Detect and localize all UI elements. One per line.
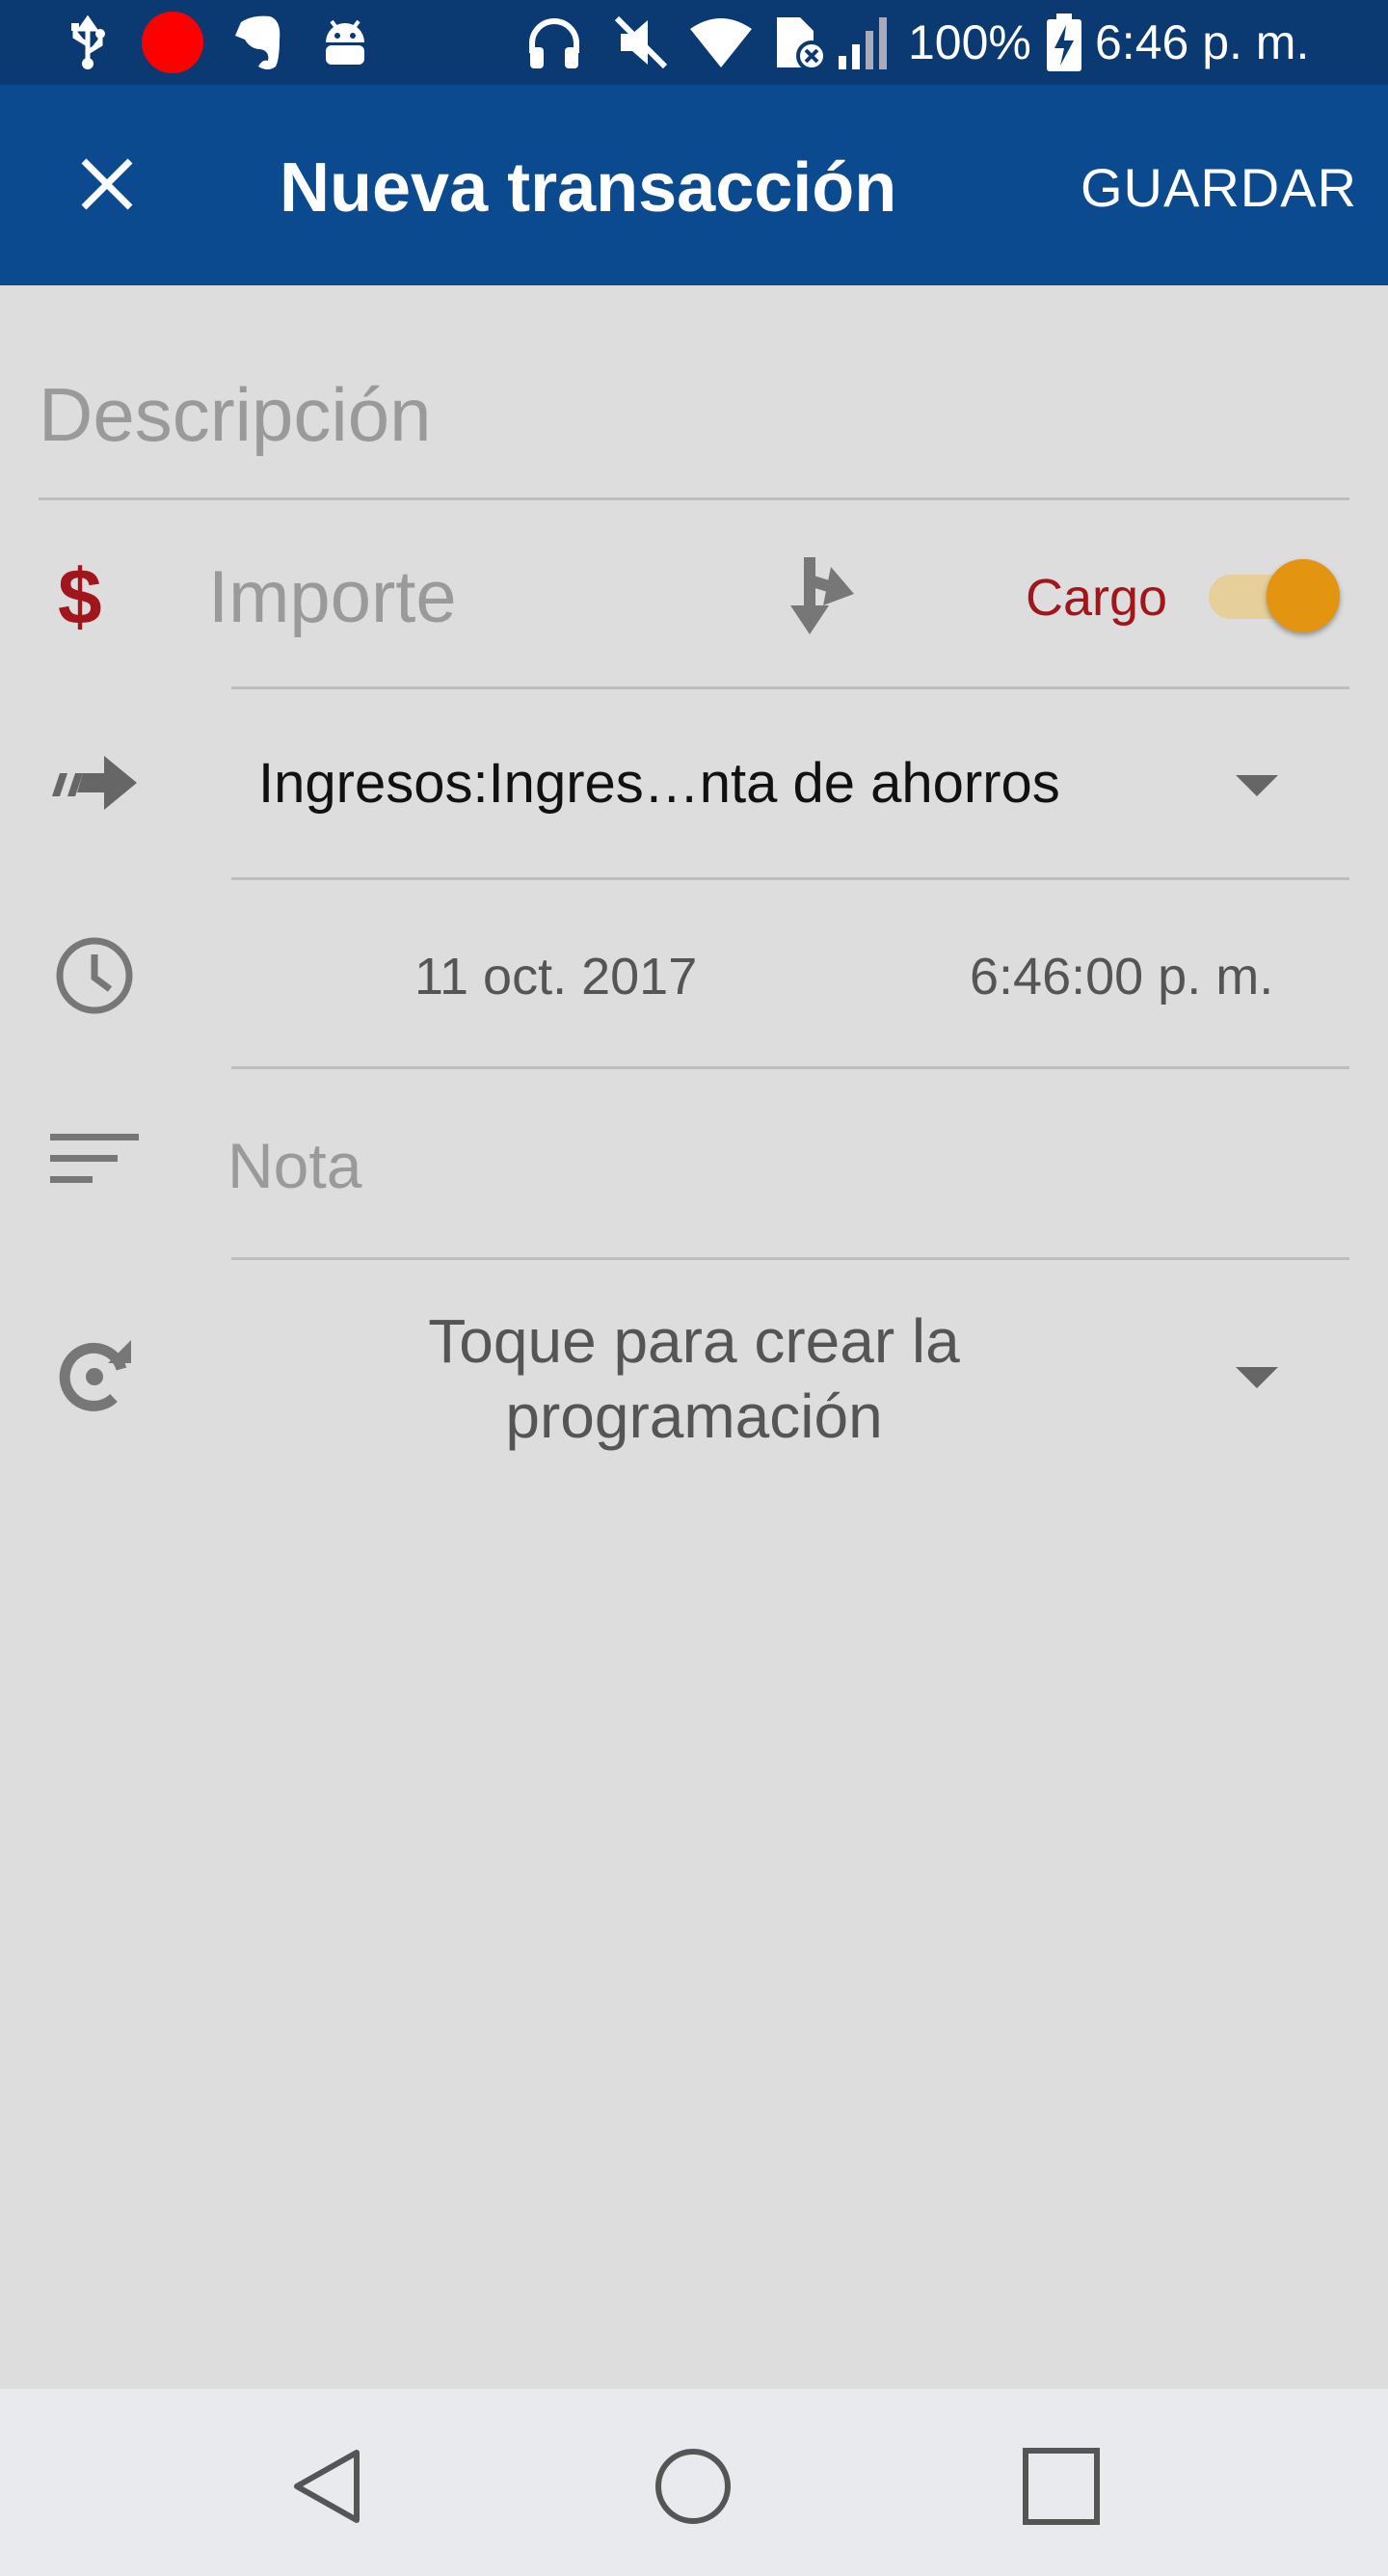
transaction-type-toggle[interactable] <box>1209 559 1340 632</box>
close-button[interactable] <box>64 141 150 228</box>
datetime-underline <box>231 1066 1349 1069</box>
account-dropdown[interactable]: Ingresos:Ingres…nta de ahorros <box>258 750 1060 818</box>
status-time: 6:46 p. m. <box>1095 15 1310 69</box>
android-debug-icon <box>318 0 372 85</box>
back-icon <box>294 2450 360 2523</box>
transaction-type-label: Cargo <box>1026 569 1168 627</box>
split-transaction-button[interactable] <box>781 551 858 638</box>
signal-icon <box>837 0 894 85</box>
account-underline <box>231 877 1349 880</box>
recurrence-icon <box>54 1334 135 1415</box>
battery-percentage: 100% <box>908 15 1031 69</box>
recents-icon <box>1023 2448 1100 2525</box>
amount-underline <box>231 686 1349 689</box>
battery-label: 100% <box>908 0 1031 85</box>
save-button[interactable]: GUARDAR <box>1081 156 1357 220</box>
clock: 6:46 p. m. <box>1095 0 1309 85</box>
note-underline <box>231 1257 1349 1260</box>
chevron-down-icon[interactable] <box>1234 771 1280 798</box>
page-title: Nueva transacción <box>280 149 897 227</box>
note-input[interactable]: Nota <box>227 1130 361 1201</box>
record-icon <box>141 0 204 85</box>
recents-button[interactable] <box>1020 2445 1103 2528</box>
no-sim-icon <box>771 0 829 85</box>
amount-input[interactable]: Importe <box>208 550 457 646</box>
status-bar: 100% 6:46 p. m. <box>0 0 1388 85</box>
mute-icon <box>613 0 669 85</box>
home-icon <box>655 2449 731 2524</box>
time-field[interactable]: 6:46:00 p. m. <box>970 945 1273 1008</box>
home-button[interactable] <box>652 2445 734 2528</box>
wifi-icon <box>690 0 752 85</box>
clock-icon <box>54 935 135 1016</box>
back-button[interactable] <box>287 2445 370 2528</box>
currency-icon: $ <box>58 553 102 641</box>
battery-charging-icon <box>1045 0 1083 85</box>
toggle-thumb <box>1267 559 1340 632</box>
description-underline <box>39 497 1349 500</box>
schedule-dropdown[interactable]: Toque para crear la programación <box>328 1303 1060 1454</box>
notes-icon <box>48 1130 141 1194</box>
usb-icon <box>64 0 112 85</box>
transfer-icon <box>50 744 143 821</box>
description-input[interactable]: Descripción <box>39 357 1349 472</box>
headphones-icon <box>526 0 582 85</box>
close-icon <box>81 158 133 210</box>
evernote-icon <box>231 0 285 85</box>
split-icon <box>790 557 854 634</box>
date-field[interactable]: 11 oct. 2017 <box>414 945 697 1008</box>
chevron-down-icon[interactable] <box>1234 1363 1280 1390</box>
